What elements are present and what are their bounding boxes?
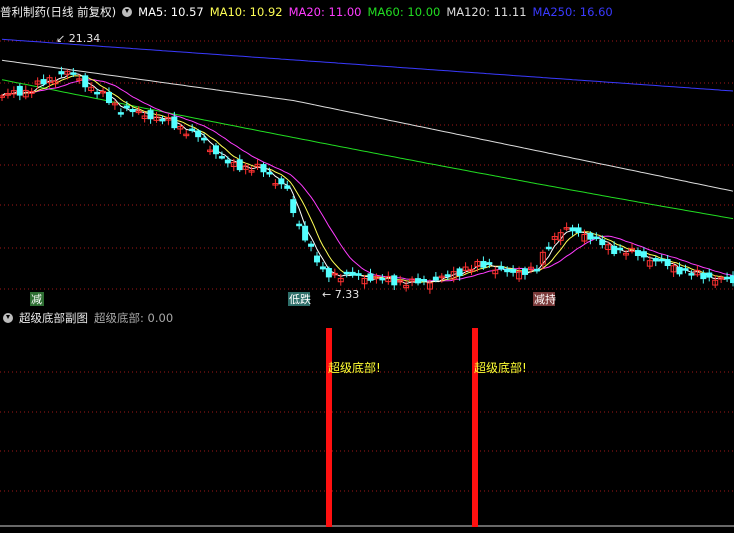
candle-down xyxy=(587,232,594,240)
candle-down xyxy=(159,118,166,122)
ma60-label: MA60: 10.00 xyxy=(367,5,441,19)
candle-down xyxy=(189,128,196,132)
candle-down xyxy=(611,245,618,255)
candle-down xyxy=(105,91,112,104)
candle-down xyxy=(617,247,624,251)
ma10-label: MA10: 10.92 xyxy=(209,5,283,19)
stock-title[interactable]: 普利制药(日线 前复权) xyxy=(0,4,116,20)
sub-chart-title[interactable]: 超级底部副图 xyxy=(19,310,88,326)
candle-down xyxy=(319,266,326,270)
candle-down xyxy=(349,271,356,276)
candle-down xyxy=(201,137,208,141)
candle-down xyxy=(444,274,451,277)
candle-down xyxy=(640,251,647,258)
candle-down xyxy=(129,108,136,113)
candle-down xyxy=(676,266,683,275)
candle-down xyxy=(343,271,350,275)
signal-tag: 低跌 xyxy=(289,292,311,306)
candle-down xyxy=(420,279,427,282)
indicator-value: 超级底部: 0.00 xyxy=(94,311,174,325)
ma120-line xyxy=(1,59,734,192)
candle-down xyxy=(308,243,315,247)
ma120-label: MA120: 11.11 xyxy=(446,5,527,19)
signal-tag: 减持 xyxy=(534,292,556,306)
candle-down xyxy=(296,223,303,227)
candle-down xyxy=(302,225,309,241)
candle-down xyxy=(634,250,641,256)
candle-down xyxy=(195,130,202,138)
candle-down xyxy=(290,199,297,214)
candle-down xyxy=(652,258,659,262)
candle-down xyxy=(379,277,386,281)
candle-down xyxy=(533,268,540,272)
candle-down xyxy=(117,112,124,115)
candle-down xyxy=(70,72,77,75)
candle-down xyxy=(569,227,576,232)
candle-down xyxy=(218,156,225,159)
candle-down xyxy=(480,261,487,268)
super-bottom-label: 超级底部! xyxy=(474,360,527,375)
candle-down xyxy=(456,268,463,276)
candle-down xyxy=(94,91,101,95)
candle-down xyxy=(212,145,219,155)
candle-down xyxy=(82,75,89,88)
candle-down xyxy=(522,268,529,275)
ma5-line xyxy=(1,72,734,285)
candlestick-chart[interactable]: ↙ 21.34 ← 7.33 减 低跌 减持 xyxy=(0,22,734,307)
candle-down xyxy=(415,278,422,284)
super-bottom-bar xyxy=(326,328,332,527)
ma5-label: MA5: 10.57 xyxy=(138,5,204,19)
high-price-label: ↙ 21.34 xyxy=(56,32,100,45)
candle-down xyxy=(593,236,600,240)
super-bottom-label: 超级底部! xyxy=(328,360,381,375)
candle-down xyxy=(664,259,671,266)
stock-chart-window: 普利制药(日线 前复权) MA5: 10.57 MA10: 10.92 MA20… xyxy=(0,0,734,533)
dropdown-circle-icon[interactable] xyxy=(3,313,13,323)
candle-down xyxy=(682,268,689,271)
ma20-label: MA20: 11.00 xyxy=(288,5,362,19)
candle-down xyxy=(700,272,707,280)
candle-down xyxy=(730,275,734,284)
candle-down xyxy=(123,105,130,109)
candle-down xyxy=(278,178,285,185)
candle-down xyxy=(171,116,178,129)
candle-down xyxy=(224,159,231,164)
ma250-line xyxy=(1,38,734,92)
candle-down xyxy=(367,273,374,281)
candle-down xyxy=(260,164,267,173)
main-chart-header: 普利制药(日线 前复权) MA5: 10.57 MA10: 10.92 MA20… xyxy=(0,1,619,23)
candle-down xyxy=(266,172,273,175)
candle-down xyxy=(391,275,398,286)
ma250-label: MA250: 16.60 xyxy=(532,5,613,19)
candle-down xyxy=(706,272,713,278)
candle-down xyxy=(325,268,332,278)
candle-down xyxy=(688,273,695,276)
candle-down xyxy=(504,268,511,273)
candle-down xyxy=(40,79,47,85)
candle-down xyxy=(432,276,439,281)
candle-down xyxy=(658,258,665,262)
candle-down xyxy=(575,227,582,233)
sub-chart-header: 超级底部副图 超级底部: 0.00 xyxy=(0,308,179,328)
candle-down xyxy=(284,185,291,189)
low-price-label: ← 7.33 xyxy=(322,288,359,301)
candle-down xyxy=(724,276,731,280)
candle-down xyxy=(599,239,606,246)
indicator-chart[interactable]: 超级底部! 超级底部! xyxy=(0,328,734,533)
candle-down xyxy=(486,262,493,265)
candle-down xyxy=(498,266,505,270)
candle-down xyxy=(510,268,517,273)
candle-down xyxy=(313,255,320,263)
super-bottom-bar xyxy=(472,328,478,527)
candle-down xyxy=(545,246,552,250)
dropdown-circle-icon[interactable] xyxy=(122,7,133,17)
candle-down xyxy=(16,85,23,96)
signal-tag: 减 xyxy=(31,293,42,306)
candle-down xyxy=(58,71,65,75)
candle-down xyxy=(236,159,243,171)
candle-down xyxy=(147,110,154,120)
candle-down xyxy=(355,273,362,276)
